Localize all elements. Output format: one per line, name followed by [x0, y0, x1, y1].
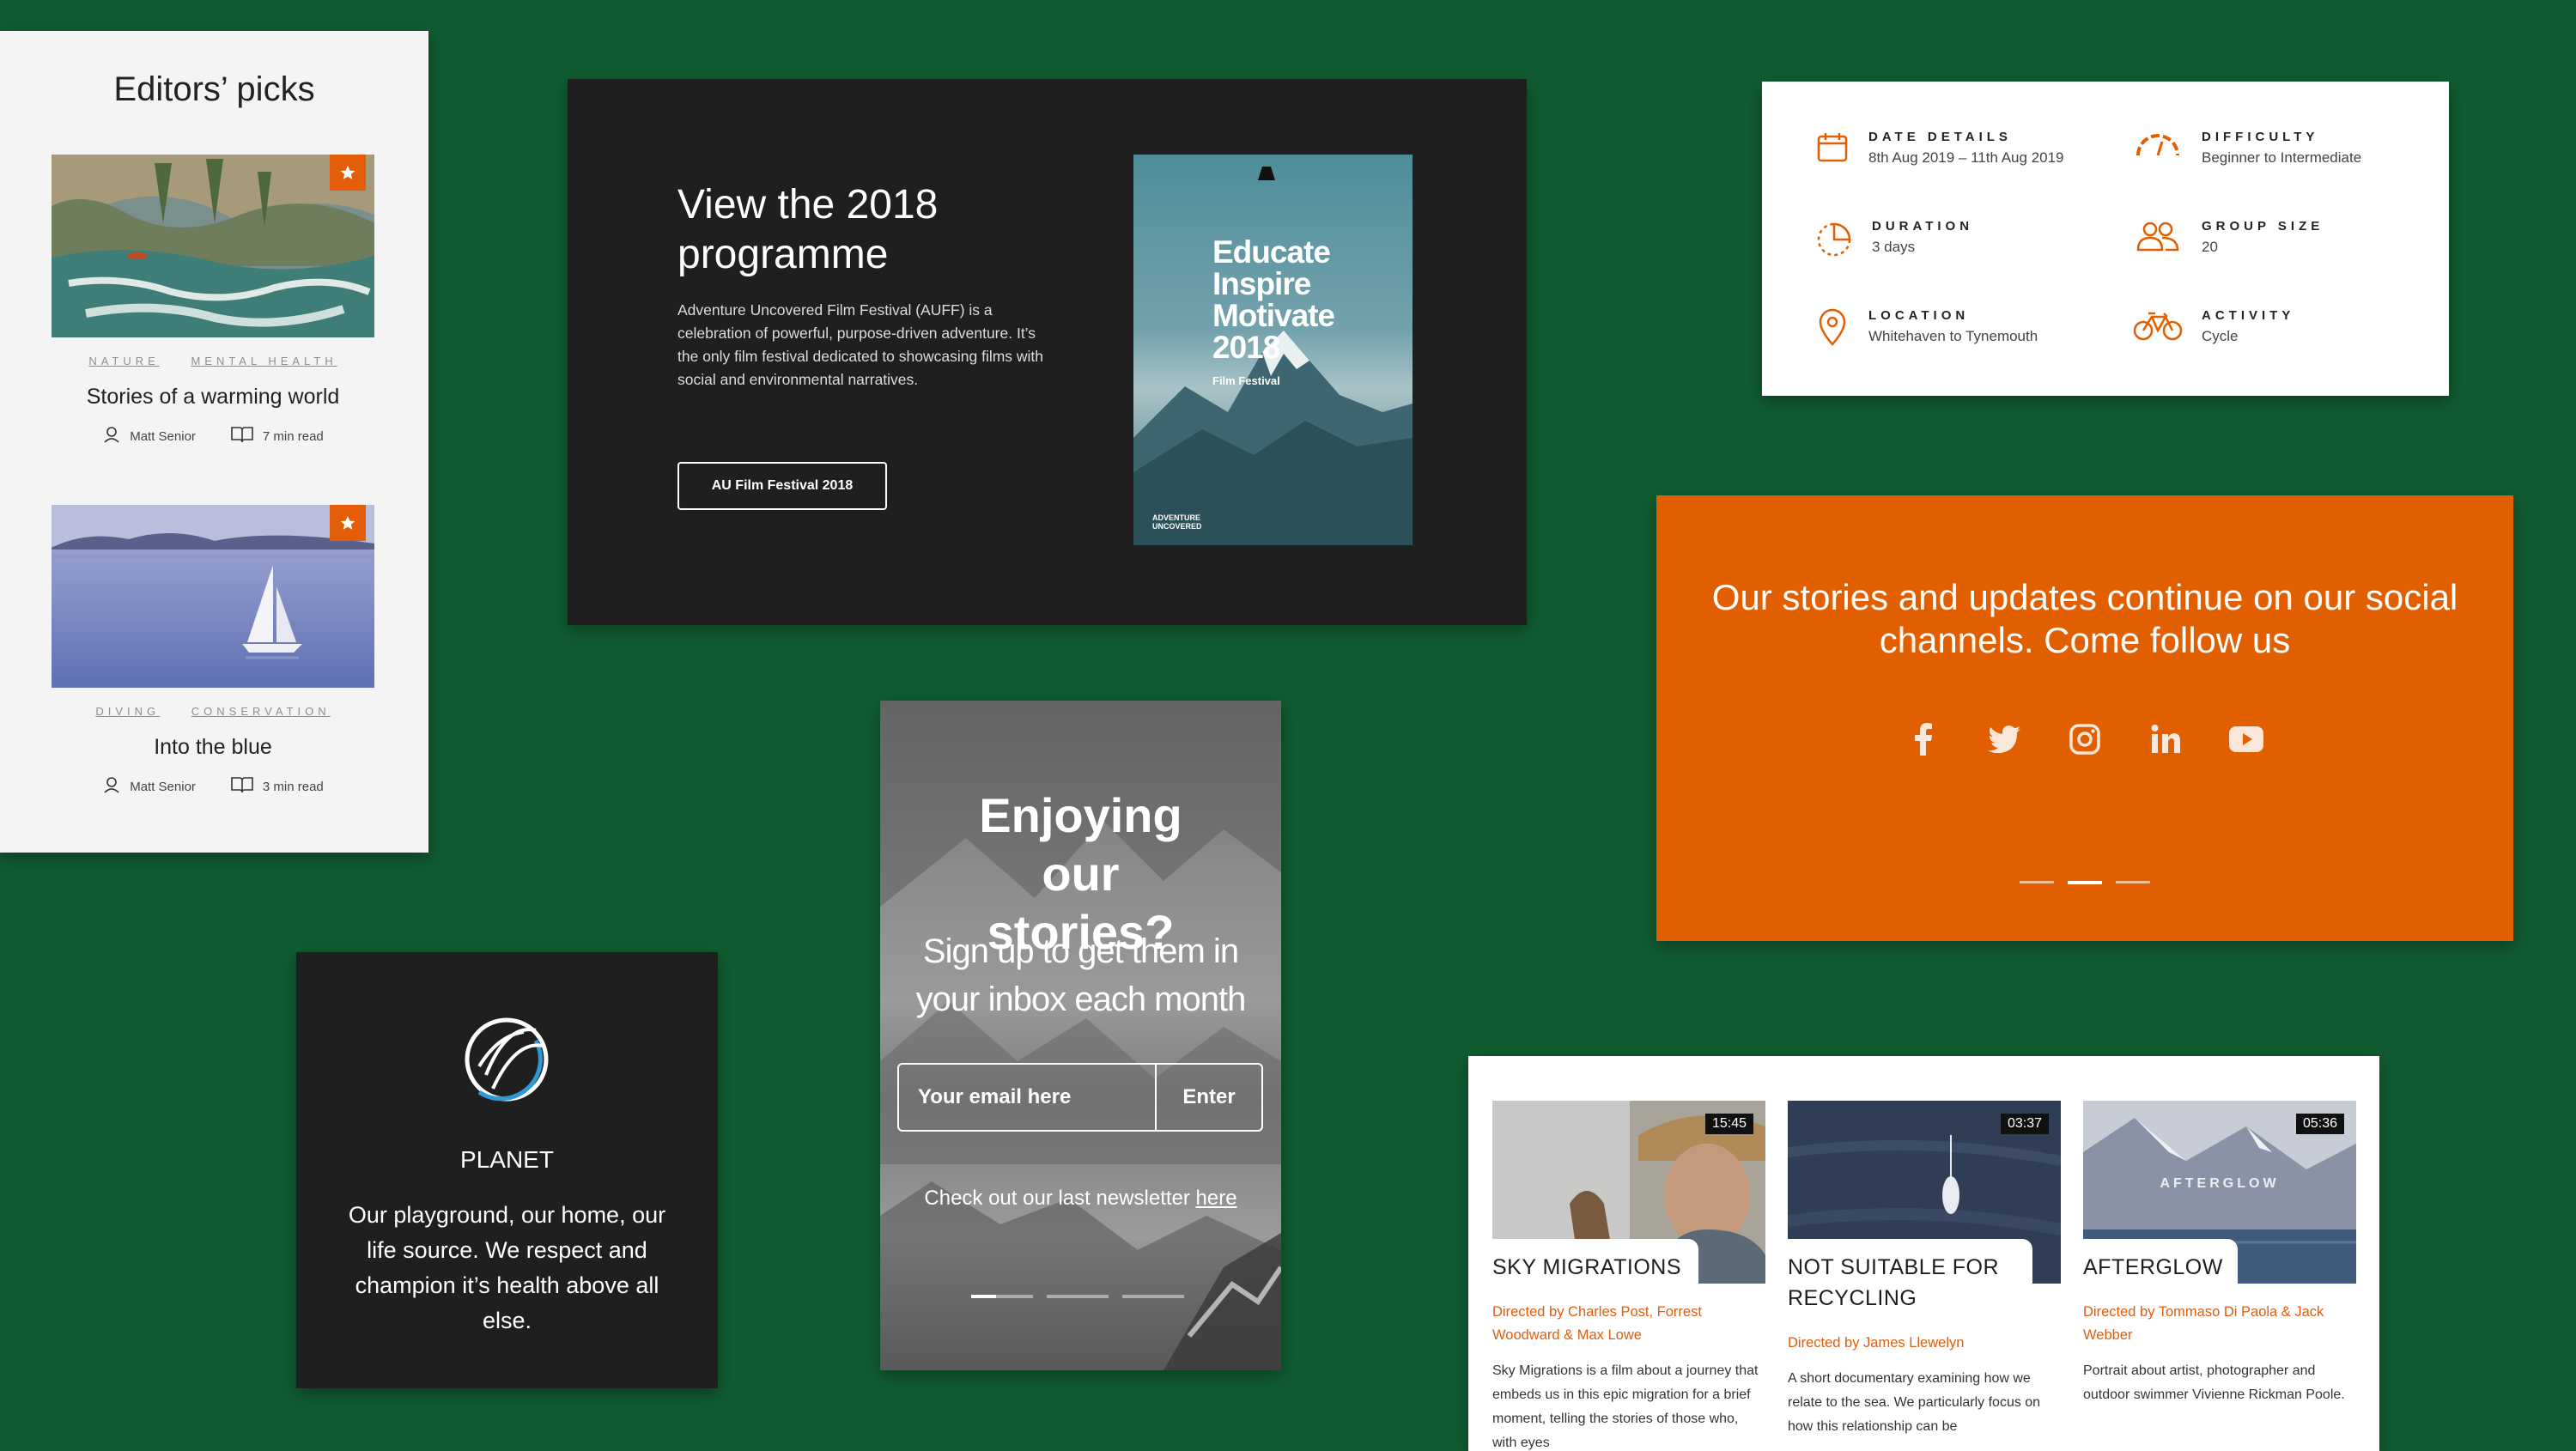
user-icon: [102, 425, 121, 447]
film-title[interactable]: AFTERGLOW: [2083, 1252, 2349, 1283]
pick-author: Matt Senior: [130, 779, 196, 794]
film-title[interactable]: NOT SUITABLE FOR RECYCLING: [1788, 1252, 2054, 1314]
planet-title: PLANET: [460, 1146, 554, 1173]
editors-picks-card: Editors’ picks NATURE MENTAL HEALTH Stor…: [0, 31, 428, 853]
films-card: 15:45 SKY MIGRATIONS Directed by Charles…: [1468, 1056, 2379, 1451]
clock-icon: [1815, 219, 1853, 261]
carousel-dot[interactable]: [1122, 1295, 1184, 1298]
detail-date: DATE DETAILS 8th Aug 2019 – 11th Aug 2019: [1815, 130, 2064, 168]
gauge-icon: [2133, 130, 2183, 168]
newsletter-link[interactable]: here: [1196, 1187, 1237, 1210]
poster-text: Educate Inspire Motivate 2018: [1212, 234, 1335, 365]
planet-card: PLANET Our playground, our home, our lif…: [296, 952, 718, 1388]
pick-meta: Matt Senior 7 min read: [52, 425, 374, 447]
social-text: Our stories and updates continue on our …: [1711, 577, 2458, 660]
film-card[interactable]: 03:37 NOT SUITABLE FOR RECYCLING Directe…: [1788, 1101, 2061, 1439]
pick-read-time: 3 min read: [262, 779, 324, 794]
facebook-icon[interactable]: [1906, 722, 1941, 756]
newsletter-card: Enjoying our stories? Sign up to get the…: [880, 701, 1281, 1370]
poster-footer-logo: ADVENTURE UNCOVERED: [1152, 513, 1202, 531]
tag-link[interactable]: MENTAL HEALTH: [191, 355, 337, 367]
book-icon: [230, 425, 254, 447]
film-description: Sky Migrations is a film about a journey…: [1492, 1363, 1759, 1450]
social-card: Our stories and updates continue on our …: [1656, 495, 2513, 941]
carousel-dot[interactable]: [2116, 881, 2150, 883]
detail-location: LOCATION Whitehaven to Tynemouth: [1815, 308, 2038, 350]
film-description: Portrait about artist, photographer and …: [2083, 1363, 2345, 1402]
youtube-icon[interactable]: [2229, 722, 2263, 756]
book-icon: [230, 775, 254, 798]
detail-activity: ACTIVITY Cycle: [2133, 308, 2294, 347]
enter-button[interactable]: Enter: [1157, 1065, 1261, 1130]
pick-image-sailboat[interactable]: [52, 505, 374, 688]
pick-title[interactable]: Stories of a warming world: [52, 385, 374, 410]
programme-poster[interactable]: Educate Inspire Motivate 2018 Film Festi…: [1133, 155, 1413, 545]
pick-tags: DIVING CONSERVATION: [52, 705, 374, 718]
film-description: A short documentary examining how we rel…: [1788, 1371, 2041, 1434]
instagram-icon[interactable]: [2068, 722, 2102, 756]
bookmark-star-icon[interactable]: [330, 155, 366, 191]
pick-tags: NATURE MENTAL HEALTH: [52, 355, 374, 367]
tag-link[interactable]: DIVING: [95, 705, 160, 718]
programme-button[interactable]: AU Film Festival 2018: [677, 462, 887, 510]
user-icon: [102, 775, 121, 798]
tag-link[interactable]: CONSERVATION: [191, 705, 331, 718]
social-carousel-indicator: [1656, 881, 2513, 884]
film-duration: 03:37: [2000, 1114, 2049, 1134]
detail-difficulty: DIFFICULTY Beginner to Intermediate: [2133, 130, 2361, 168]
programme-card: View the 2018 programme Adventure Uncove…: [568, 79, 1527, 625]
social-icons: [1656, 722, 2513, 756]
detail-duration: DURATION 3 days: [1815, 219, 1973, 261]
film-directors: Directed by Tommaso Di Paola & Jack Webb…: [2083, 1304, 2324, 1343]
programme-description: Adventure Uncovered Film Festival (AUFF)…: [677, 301, 1044, 388]
carousel-dot[interactable]: [2020, 881, 2054, 883]
pick-card[interactable]: DIVING CONSERVATION Into the blue Matt S…: [52, 505, 374, 798]
twitter-icon[interactable]: [1987, 722, 2021, 756]
newsletter-subheading: Sign up to get them in your inbox each m…: [915, 932, 1247, 1018]
film-directors: Directed by James Llewelyn: [1788, 1335, 1965, 1351]
pick-read-time: 7 min read: [262, 428, 324, 444]
film-card[interactable]: AFTERGLOW 05:36 AFTERGLOW Directed by To…: [2083, 1101, 2356, 1407]
film-directors: Directed by Charles Post, Forrest Woodwa…: [1492, 1304, 1702, 1343]
editors-picks-title: Editors’ picks: [113, 70, 315, 108]
pick-author: Matt Senior: [130, 428, 196, 444]
carousel-dot-active[interactable]: [971, 1295, 1033, 1298]
location-pin-icon: [1815, 308, 1850, 350]
pick-meta: Matt Senior 3 min read: [52, 775, 374, 798]
tag-link[interactable]: NATURE: [88, 355, 159, 367]
detail-group-size: GROUP SIZE 20: [2133, 219, 2324, 258]
newsletter-check-text: Check out our last newsletter here: [924, 1187, 1237, 1210]
programme-heading: View the 2018 programme: [677, 182, 939, 277]
film-card[interactable]: 15:45 SKY MIGRATIONS Directed by Charles…: [1492, 1101, 1765, 1451]
poster-subtitle: Film Festival: [1212, 374, 1280, 387]
film-duration: 05:36: [2295, 1114, 2344, 1134]
bicycle-icon: [2133, 308, 2183, 347]
planet-icon: [453, 1006, 560, 1117]
carousel-dot-active[interactable]: [2068, 881, 2102, 884]
pick-title[interactable]: Into the blue: [52, 735, 374, 760]
linkedin-icon[interactable]: [2148, 722, 2183, 756]
pick-card[interactable]: NATURE MENTAL HEALTH Stories of a warmin…: [52, 155, 374, 447]
planet-text: Our playground, our home, our life sourc…: [348, 1202, 666, 1333]
film-duration: 15:45: [1704, 1114, 1753, 1134]
film-title[interactable]: SKY MIGRATIONS: [1492, 1252, 1759, 1283]
calendar-icon: [1815, 130, 1850, 168]
bookmark-star-icon[interactable]: [330, 505, 366, 541]
pick-image-river[interactable]: [52, 155, 374, 337]
newsletter-form: Your email here Enter: [897, 1063, 1263, 1132]
email-input[interactable]: Your email here: [899, 1065, 1157, 1130]
group-icon: [2133, 219, 2183, 258]
carousel-dot[interactable]: [1047, 1295, 1109, 1298]
newsletter-carousel-indicator: [971, 1295, 1184, 1298]
film-thumb-title: AFTERGLOW: [2160, 1176, 2280, 1191]
trip-details-card: DATE DETAILS 8th Aug 2019 – 11th Aug 2019…: [1762, 82, 2449, 396]
